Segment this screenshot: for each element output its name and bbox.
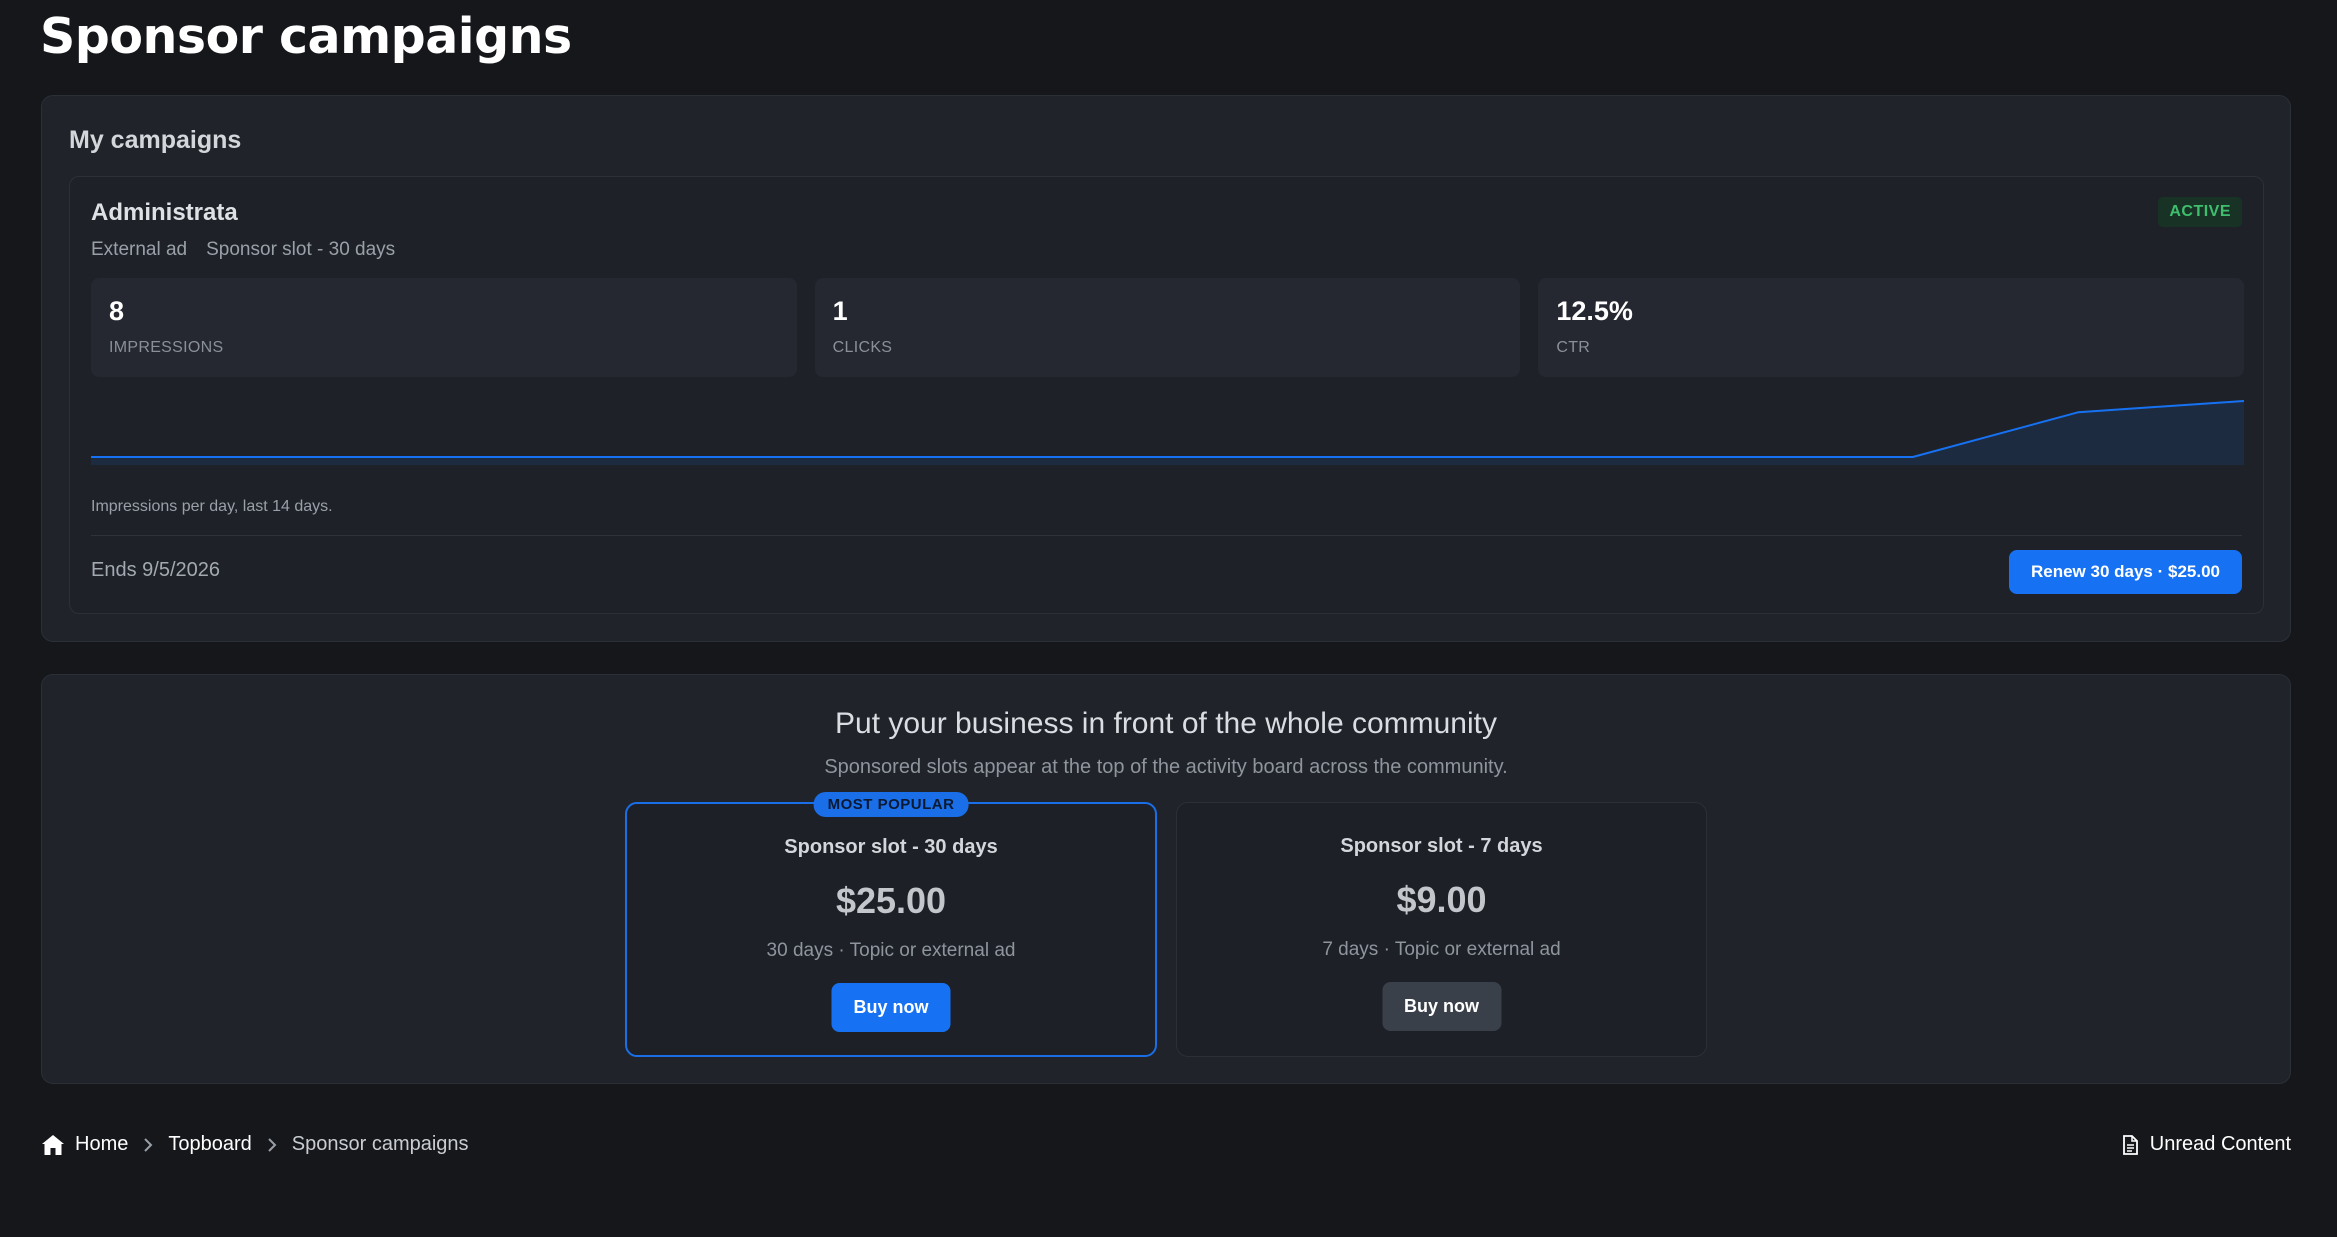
stat-value: 12.5%	[1556, 296, 1633, 326]
stat-value: 1	[832, 296, 848, 326]
plan-card-7-days: Sponsor slot - 7 days $9.00 7 days · Top…	[1176, 802, 1707, 1057]
impressions-chart	[91, 400, 2244, 465]
chart-caption: Impressions per day, last 14 days.	[91, 498, 333, 515]
stat-label: CTR	[1556, 339, 1591, 356]
breadcrumb-home[interactable]: Home	[41, 1133, 128, 1156]
stat-clicks: 1 CLICKS	[814, 278, 1521, 377]
document-icon	[2122, 1134, 2138, 1155]
plan-price: $9.00	[1396, 879, 1487, 920]
plan-description: 7 days · Topic or external ad	[1322, 939, 1561, 960]
chart-series-line	[91, 400, 2244, 458]
stat-label: IMPRESSIONS	[109, 339, 224, 356]
page-title: Sponsor campaigns	[40, 8, 572, 65]
buy-now-button[interactable]: Buy now	[1382, 982, 1501, 1031]
campaign-slot: Sponsor slot - 30 days	[206, 239, 396, 260]
campaign-stats: 8 IMPRESSIONS 1 CLICKS 12.5% CTR	[91, 278, 2245, 377]
my-campaigns-heading: My campaigns	[69, 126, 242, 154]
campaign-type: External ad	[91, 239, 188, 260]
plan-description: 30 days · Topic or external ad	[766, 940, 1016, 961]
breadcrumb-current: Sponsor campaigns	[291, 1133, 469, 1155]
stat-label: CLICKS	[832, 339, 893, 356]
stat-value: 8	[109, 296, 125, 326]
promo-panel: Put your business in front of the whole …	[41, 674, 2291, 1084]
stat-ctr: 12.5% CTR	[1538, 278, 2245, 377]
chevron-right-icon	[144, 1137, 153, 1152]
campaign-name: Administrata	[91, 199, 238, 226]
plan-card-30-days: MOST POPULAR Sponsor slot - 30 days $25.…	[625, 792, 1157, 1057]
stat-impressions: 8 IMPRESSIONS	[91, 278, 797, 377]
breadcrumb-label: Home	[75, 1133, 129, 1155]
promo-subtitle: Sponsored slots appear at the top of the…	[824, 756, 1508, 778]
campaign-meta: External ad Sponsor slot - 30 days	[91, 239, 395, 261]
buy-now-button[interactable]: Buy now	[831, 983, 951, 1032]
most-popular-badge: MOST POPULAR	[813, 792, 969, 817]
divider	[91, 535, 2242, 536]
my-campaigns-panel: My campaigns Administrata ACTIVE Externa…	[41, 95, 2291, 642]
breadcrumb-label: Topboard	[168, 1133, 252, 1155]
status-badge: ACTIVE	[2158, 197, 2242, 227]
plan-name: Sponsor slot - 30 days	[784, 836, 998, 858]
renew-button[interactable]: Renew 30 days · $25.00	[2008, 550, 2242, 594]
breadcrumb: Home Topboard Sponsor campaigns	[41, 1133, 469, 1156]
campaign-end-date: Ends 9/5/2026	[91, 559, 220, 581]
breadcrumb-topboard[interactable]: Topboard	[168, 1133, 251, 1156]
home-icon	[42, 1134, 64, 1155]
campaign-card: Administrata ACTIVE External ad Sponsor …	[69, 176, 2264, 614]
unread-content-label: Unread Content	[2149, 1133, 2291, 1155]
unread-content-link[interactable]: Unread Content	[2122, 1133, 2291, 1156]
chevron-right-icon	[268, 1137, 277, 1152]
plan-price: $25.00	[835, 880, 947, 921]
plan-name: Sponsor slot - 7 days	[1340, 835, 1543, 857]
promo-title: Put your business in front of the whole …	[835, 707, 1497, 740]
